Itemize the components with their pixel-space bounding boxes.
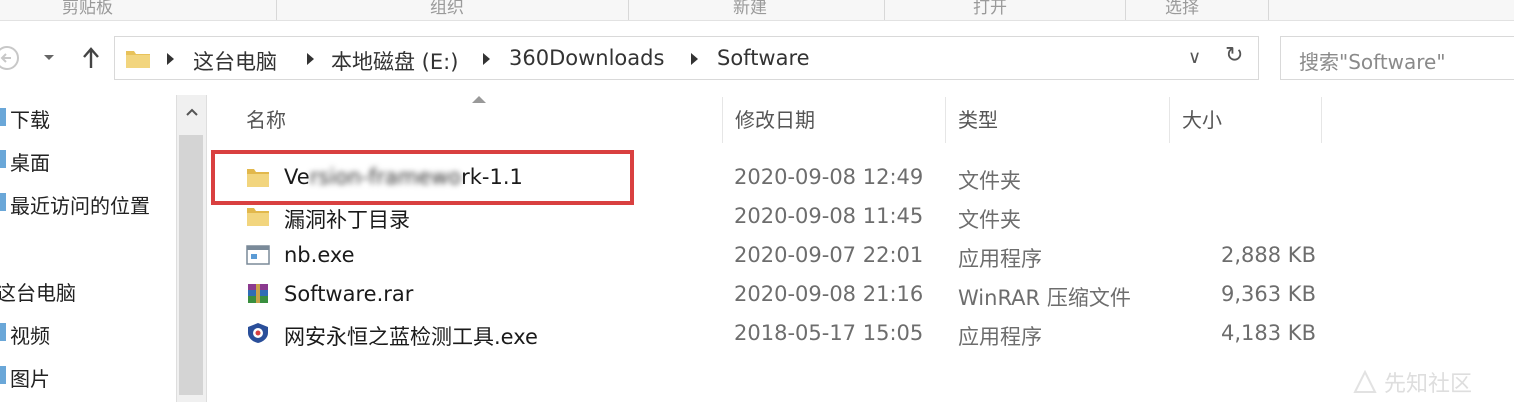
- watermark-logo-icon: [1353, 370, 1377, 393]
- ribbon-separator: [1268, 0, 1269, 20]
- shield-app-icon: [248, 323, 268, 343]
- file-name: 网安永恒之蓝检测工具.exe: [284, 325, 538, 349]
- chevron-down-icon: [44, 55, 54, 60]
- file-type: 应用程序: [958, 247, 1042, 271]
- file-size: 9,363 KB: [1221, 282, 1316, 306]
- ribbon-separator: [1125, 0, 1126, 20]
- chevron-up-icon: [185, 108, 198, 116]
- nav-item-recent-places[interactable]: 最近访问的位置: [10, 190, 150, 219]
- file-type: 应用程序: [958, 325, 1042, 349]
- search-input[interactable]: 搜索"Software": [1280, 36, 1514, 80]
- ribbon-group-organize: 组织: [430, 0, 464, 18]
- breadcrumb-local-disk-e[interactable]: 本地磁盘 (E:): [331, 46, 458, 76]
- nav-item-downloads[interactable]: 下载: [10, 104, 50, 133]
- watermark-text: 先知社区: [1384, 372, 1473, 397]
- highlight-box: [211, 150, 634, 205]
- videos-icon: [0, 323, 6, 341]
- navpane-scrollbar[interactable]: [176, 95, 207, 402]
- breadcrumb-separator-icon[interactable]: [483, 53, 490, 65]
- file-type: 文件夹: [958, 169, 1021, 193]
- scroll-thumb[interactable]: [179, 135, 203, 395]
- back-arrow-icon: [0, 46, 19, 70]
- file-type: 文件夹: [958, 208, 1021, 232]
- downloads-icon: [0, 108, 6, 126]
- pictures-icon: [0, 366, 6, 384]
- file-size: 4,183 KB: [1221, 321, 1316, 345]
- scroll-up-button[interactable]: [177, 95, 206, 129]
- nav-item-desktop[interactable]: 桌面: [10, 147, 50, 176]
- ribbon-group-labels: 剪贴板 组织 新建 打开 选择: [0, 0, 1514, 21]
- nav-item-this-pc[interactable]: 这台电脑: [0, 277, 76, 306]
- address-bar[interactable]: 这台电脑 本地磁盘 (E:) 360Downloads Software ∨ ↻: [114, 36, 1259, 80]
- column-header-date-modified[interactable]: 修改日期: [722, 97, 946, 143]
- up-button[interactable]: [76, 42, 106, 74]
- breadcrumb-360downloads[interactable]: 360Downloads: [509, 46, 664, 70]
- ribbon-group-open: 打开: [973, 0, 1007, 18]
- file-date: 2020-09-08 11:45: [734, 204, 924, 228]
- search-placeholder: 搜索"Software": [1299, 50, 1446, 74]
- file-name: 漏洞补丁目录: [284, 208, 410, 232]
- column-header-name[interactable]: 名称: [234, 97, 720, 143]
- breadcrumb-separator-icon: [167, 53, 174, 65]
- file-date: 2018-05-17 15:05: [734, 321, 924, 345]
- file-date: 2020-09-08 12:49: [734, 165, 924, 189]
- nav-item-pictures[interactable]: 图片: [10, 363, 50, 392]
- file-row[interactable]: nb.exe 2020-09-07 22:01 应用程序 2,888 KB: [210, 236, 1320, 274]
- navigation-pane: 下载 桌面 最近访问的位置 这台电脑 视频 图片: [0, 92, 176, 402]
- ribbon-separator: [276, 0, 277, 20]
- breadcrumb-separator-icon[interactable]: [691, 53, 698, 65]
- folder-icon: [126, 51, 150, 68]
- back-button[interactable]: [0, 42, 22, 74]
- file-row[interactable]: Software.rar 2020-09-08 21:16 WinRAR 压缩文…: [210, 275, 1320, 313]
- ribbon-separator: [884, 0, 885, 20]
- exe-icon: [246, 245, 270, 265]
- ribbon-group-clipboard: 剪贴板: [62, 0, 113, 18]
- ribbon-separator: [628, 0, 629, 20]
- breadcrumb-software[interactable]: Software: [717, 46, 810, 70]
- file-date: 2020-09-08 21:16: [734, 282, 924, 306]
- address-dropdown-icon[interactable]: ∨: [1188, 47, 1201, 68]
- breadcrumb-this-pc[interactable]: 这台电脑: [193, 46, 277, 76]
- column-header-size[interactable]: 大小: [1170, 97, 1322, 143]
- recent-places-icon: [0, 193, 6, 211]
- file-date: 2020-09-07 22:01: [734, 243, 924, 267]
- file-name: Software.rar: [284, 282, 414, 306]
- recent-locations-button[interactable]: [38, 44, 60, 72]
- winrar-icon: [248, 284, 268, 303]
- ribbon-group-new: 新建: [733, 0, 767, 18]
- desktop-icon: [0, 150, 6, 168]
- file-type: WinRAR 压缩文件: [958, 286, 1131, 310]
- column-header-type[interactable]: 类型: [946, 97, 1170, 143]
- file-row[interactable]: 网安永恒之蓝检测工具.exe 2018-05-17 15:05 应用程序 4,1…: [210, 314, 1320, 352]
- nav-item-videos[interactable]: 视频: [10, 320, 50, 349]
- file-size: 2,888 KB: [1221, 243, 1316, 267]
- refresh-icon[interactable]: ↻: [1225, 43, 1243, 68]
- breadcrumb-separator-icon[interactable]: [307, 53, 314, 65]
- up-arrow-icon: [83, 47, 99, 68]
- ribbon-group-select: 选择: [1165, 0, 1199, 18]
- folder-icon: [247, 208, 269, 226]
- file-name: nb.exe: [284, 243, 355, 267]
